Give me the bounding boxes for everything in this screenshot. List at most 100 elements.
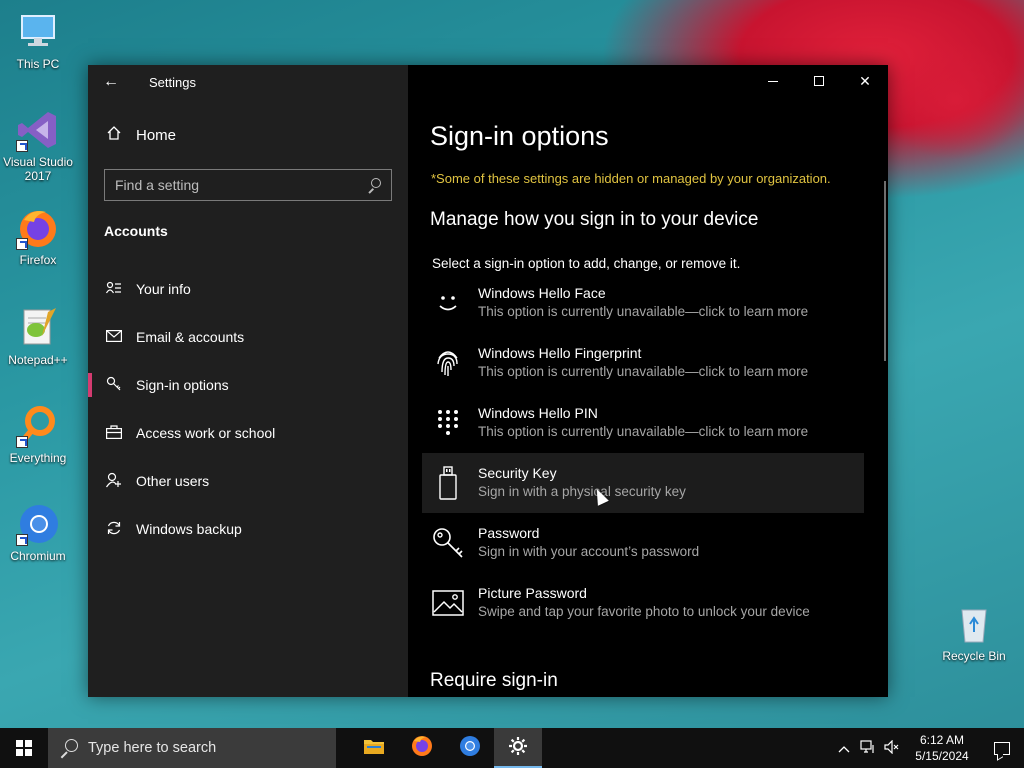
- sidebar-item-windows-backup[interactable]: Windows backup: [88, 505, 408, 553]
- section-title-require-sign-in: Require sign-in: [430, 670, 558, 691]
- windows-logo-icon: [16, 740, 32, 756]
- settings-gear-icon: [508, 736, 528, 761]
- settings-sidebar: ← Settings Home Accounts Your info: [88, 65, 408, 697]
- settings-content: ✕ Sign-in options *Some of these setting…: [408, 65, 888, 697]
- desktop-icon-visual-studio[interactable]: Visual Studio 2017: [0, 108, 76, 183]
- chevron-up-icon[interactable]: [832, 741, 856, 756]
- notepadpp-icon: [16, 306, 60, 350]
- system-tray: 6:12 AM 5/15/2024: [832, 728, 1024, 768]
- network-icon[interactable]: [856, 739, 880, 757]
- taskbar-chromium[interactable]: [446, 728, 494, 768]
- visual-studio-icon: [16, 108, 60, 152]
- option-desc: Sign in with your account’s password: [478, 544, 700, 559]
- taskbar-search-placeholder: Type here to search: [88, 740, 217, 756]
- search-icon: [367, 178, 381, 192]
- search-icon: [60, 739, 78, 757]
- sidebar-item-sign-in-options[interactable]: Sign-in options: [88, 361, 408, 409]
- desktop-icon-this-pc[interactable]: This PC: [0, 10, 76, 71]
- settings-window: ← Settings Home Accounts Your info: [88, 65, 888, 697]
- taskbar-clock[interactable]: 6:12 AM 5/15/2024: [904, 732, 980, 764]
- start-button[interactable]: [0, 728, 48, 768]
- option-name: Windows Hello PIN: [478, 405, 598, 421]
- find-setting-search[interactable]: [104, 169, 392, 201]
- option-windows-hello-fingerprint[interactable]: Windows Hello Fingerprint This option is…: [422, 333, 864, 393]
- home-icon: [104, 125, 124, 146]
- sidebar-item-label: Your info: [136, 281, 191, 297]
- close-icon: ✕: [859, 72, 871, 89]
- option-name: Security Key: [478, 465, 557, 481]
- desktop-icon-firefox[interactable]: Firefox: [0, 206, 76, 267]
- desktop-icon-notepadpp[interactable]: Notepad++: [0, 306, 76, 367]
- option-security-key[interactable]: Security Key Sign in with a physical sec…: [422, 453, 864, 513]
- sidebar-item-label: Sign-in options: [136, 377, 229, 393]
- taskbar-firefox[interactable]: [398, 728, 446, 768]
- sidebar-item-access-work-school[interactable]: Access work or school: [88, 409, 408, 457]
- desktop-icon-recycle-bin[interactable]: Recycle Bin: [936, 602, 1012, 663]
- option-desc: This option is currently unavailable—cli…: [478, 364, 809, 379]
- sidebar-item-other-users[interactable]: Other users: [88, 457, 408, 505]
- usb-key-icon: [432, 465, 464, 501]
- arrow-left-icon: ←: [103, 73, 119, 90]
- face-icon: [432, 285, 464, 321]
- briefcase-icon: [104, 424, 124, 442]
- sidebar-item-label: Windows backup: [136, 521, 242, 537]
- key-icon: [104, 376, 124, 395]
- section-heading-accounts: Accounts: [104, 223, 168, 239]
- chromium-icon: [458, 734, 482, 763]
- pin-keypad-icon: [432, 405, 464, 441]
- picture-icon: [432, 585, 464, 621]
- maximize-icon: [814, 76, 824, 86]
- section-title-manage: Manage how you sign in to your device: [430, 209, 759, 230]
- option-name: Password: [478, 525, 540, 541]
- home-label: Home: [136, 127, 177, 144]
- content-scrollbar[interactable]: [884, 181, 886, 361]
- taskbar-file-explorer[interactable]: [350, 728, 398, 768]
- page-title: Sign-in options: [430, 121, 609, 151]
- volume-muted-icon[interactable]: [880, 739, 904, 757]
- add-person-icon: [104, 472, 124, 491]
- back-button[interactable]: ←: [88, 65, 134, 99]
- everything-search-icon: [16, 404, 60, 448]
- option-desc: Swipe and tap your favorite photo to unl…: [478, 604, 810, 619]
- minimize-icon: [768, 80, 778, 82]
- option-name: Picture Password: [478, 585, 587, 601]
- sidebar-item-label: Other users: [136, 473, 210, 489]
- find-setting-input[interactable]: [115, 177, 367, 193]
- option-desc: This option is currently unavailable—cli…: [478, 304, 809, 319]
- option-picture-password[interactable]: Picture Password Swipe and tap your favo…: [422, 573, 864, 633]
- wallpaper-flower-petal: [880, 40, 1024, 160]
- sync-icon: [104, 520, 124, 539]
- minimize-button[interactable]: [750, 65, 796, 97]
- option-windows-hello-pin[interactable]: Windows Hello PIN This option is current…: [422, 393, 864, 453]
- fingerprint-icon: [432, 345, 464, 381]
- taskbar: Type here to search 6:12 AM 5/15/2024: [0, 728, 1024, 768]
- taskbar-settings[interactable]: [494, 728, 542, 768]
- desktop-icon-chromium[interactable]: Chromium: [0, 502, 76, 563]
- desktop-icon-everything[interactable]: Everything: [0, 404, 76, 465]
- option-password[interactable]: Password Sign in with your account’s pas…: [422, 513, 864, 573]
- window-title: Settings: [149, 74, 196, 90]
- home-link[interactable]: Home: [104, 125, 176, 146]
- taskbar-search-box[interactable]: Type here to search: [48, 728, 336, 768]
- firefox-icon: [16, 206, 60, 250]
- option-windows-hello-face[interactable]: Windows Hello Face This option is curren…: [422, 273, 864, 333]
- option-name: Windows Hello Face: [478, 285, 606, 301]
- notification-icon: [994, 741, 1010, 755]
- envelope-icon: [104, 329, 124, 345]
- sidebar-item-label: Access work or school: [136, 425, 276, 441]
- sidebar-item-email-accounts[interactable]: Email & accounts: [88, 313, 408, 361]
- window-caption-buttons: ✕: [750, 65, 888, 97]
- sidebar-item-your-info[interactable]: Your info: [88, 265, 408, 313]
- close-button[interactable]: ✕: [842, 65, 888, 97]
- action-center-button[interactable]: [980, 741, 1024, 755]
- taskbar-apps: [350, 728, 542, 768]
- maximize-button[interactable]: [796, 65, 842, 97]
- monitor-icon: [16, 10, 60, 54]
- chromium-icon: [16, 502, 60, 546]
- sign-in-options-list: Windows Hello Face This option is curren…: [422, 273, 864, 633]
- recycle-bin-icon: [952, 602, 996, 646]
- password-key-icon: [432, 525, 464, 561]
- title-bar: ← Settings: [88, 65, 408, 99]
- firefox-icon: [410, 734, 434, 763]
- section-hint: Select a sign-in option to add, change, …: [432, 256, 741, 271]
